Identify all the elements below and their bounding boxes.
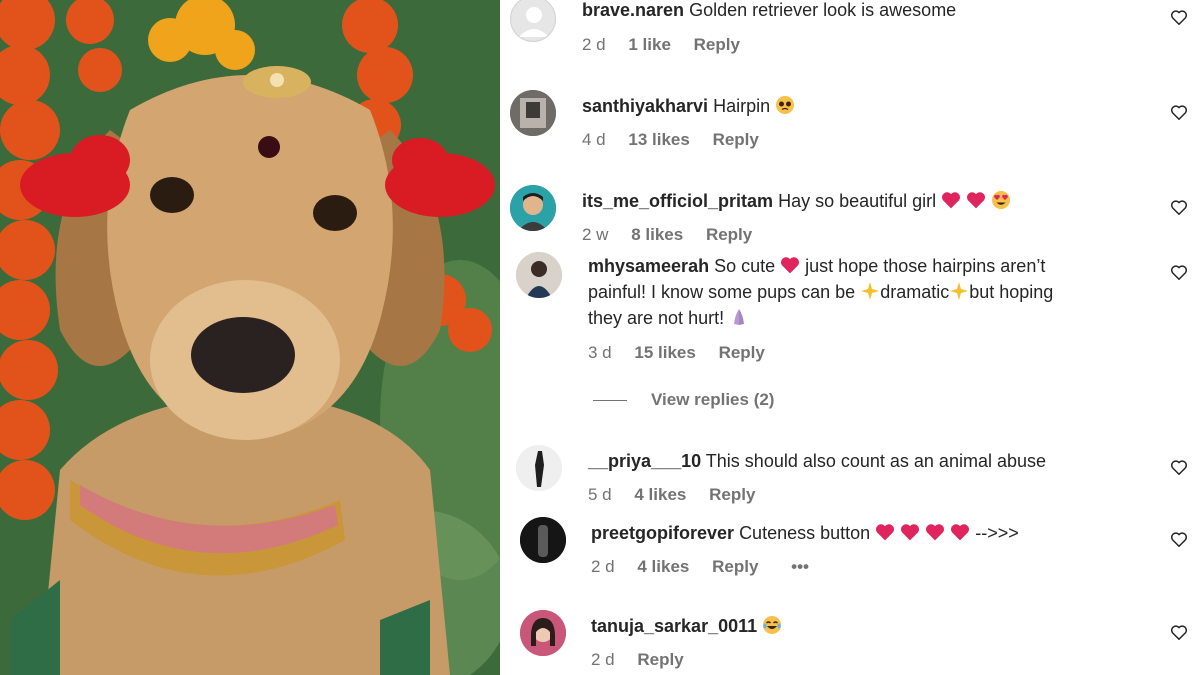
avatar-photo — [520, 610, 566, 656]
laughing-tears-emoji-icon — [763, 616, 782, 634]
red-heart-emoji-icon — [926, 524, 945, 541]
comment-text: Hay so beautiful girl — [778, 191, 937, 211]
comment-username[interactable]: preetgopiforever — [591, 523, 734, 543]
comment-text: This should also count as an animal abus… — [705, 451, 1047, 471]
comment-meta: 3 d 15 likes Reply — [588, 343, 783, 363]
sparkles-emoji-icon — [861, 282, 880, 300]
comment-text: Cuteness button — [739, 523, 871, 543]
heart-outline-icon[interactable] — [1170, 531, 1188, 548]
red-heart-emoji-icon — [901, 524, 920, 541]
dog-photo-illustration — [0, 0, 500, 675]
comment-meta: 2 d Reply — [591, 650, 702, 670]
comment-likes[interactable]: 4 likes — [634, 485, 686, 504]
heart-outline-icon[interactable] — [1170, 9, 1188, 26]
comment-meta: 2 d 1 like Reply — [582, 35, 758, 55]
comment-text: Golden retriever look is awesome — [689, 0, 957, 20]
comment-time: 4 d — [582, 130, 606, 149]
avatar-photo — [510, 90, 556, 136]
comment-meta: 5 d 4 likes Reply — [588, 485, 773, 505]
avatar[interactable] — [520, 610, 566, 656]
comment-likes[interactable]: 4 likes — [637, 557, 689, 576]
comment-text: So cute — [714, 256, 776, 276]
reply-button[interactable]: Reply — [637, 650, 683, 669]
comment-likes[interactable]: 13 likes — [628, 130, 689, 149]
comment-username[interactable]: its_me_officiol_pritam — [582, 191, 773, 211]
comment-line: its_me_officiol_pritam Hay so beautiful … — [582, 188, 1011, 214]
comment-text: -->>> — [975, 523, 1019, 543]
reply-button[interactable]: Reply — [706, 225, 752, 244]
heart-outline-icon[interactable] — [1170, 459, 1188, 476]
comment-text: just hope those hairpins aren’t — [805, 256, 1046, 276]
reply-button[interactable]: Reply — [709, 485, 755, 504]
reply-button[interactable]: Reply — [719, 343, 765, 362]
heart-eyes-emoji-icon — [992, 191, 1011, 209]
comment-line: tanuja_sarkar_0011 — [591, 613, 782, 639]
comment-line: __priya___10 This should also count as a… — [588, 448, 1046, 474]
avatar[interactable] — [516, 445, 562, 491]
avatar[interactable] — [510, 90, 556, 136]
default-avatar-icon — [519, 7, 549, 37]
comment-text: Hairpin — [713, 96, 771, 116]
post-photo — [0, 0, 500, 675]
heart-outline-icon[interactable] — [1170, 264, 1188, 281]
comment-meta: 2 w 8 likes Reply — [582, 225, 770, 245]
comment-line: santhiyakharvi Hairpin — [582, 93, 795, 119]
comment-time: 2 d — [591, 650, 615, 669]
comment-username[interactable]: brave.naren — [582, 0, 684, 20]
comment-username[interactable]: tanuja_sarkar_0011 — [591, 616, 757, 636]
sparkles-emoji-icon — [950, 282, 969, 300]
avatar-photo — [520, 517, 566, 563]
comment-username[interactable]: mhysameerah — [588, 256, 709, 276]
comment-likes[interactable]: 8 likes — [631, 225, 683, 244]
heart-outline-icon[interactable] — [1170, 104, 1188, 121]
heart-outline-icon[interactable] — [1170, 624, 1188, 641]
comment-likes[interactable]: 15 likes — [634, 343, 695, 362]
comment-text: dramatic — [880, 282, 950, 302]
view-replies-label: View replies (2) — [651, 390, 775, 409]
comment-meta: 4 d 13 likes Reply — [582, 130, 777, 150]
comment-line: preetgopiforever Cuteness button -->>> — [591, 520, 1019, 546]
avatar[interactable] — [510, 185, 556, 231]
comment-username[interactable]: santhiyakharvi — [582, 96, 708, 116]
heart-outline-icon[interactable] — [1170, 199, 1188, 216]
reply-button[interactable]: Reply — [712, 557, 758, 576]
comment-time: 2 d — [582, 35, 606, 54]
avatar-photo — [510, 185, 556, 231]
comment-time: 2 w — [582, 225, 609, 244]
comment-likes[interactable]: 1 like — [628, 35, 671, 54]
folded-hands-emoji-icon — [734, 309, 745, 325]
red-heart-emoji-icon — [967, 192, 986, 209]
red-heart-emoji-icon — [942, 192, 961, 209]
comments-panel: brave.naren Golden retriever look is awe… — [500, 0, 1200, 675]
comment-text: they are not hurt! — [588, 308, 725, 328]
comment-line: mhysameerah So cute just hope those hair… — [588, 253, 1148, 331]
more-options-icon[interactable]: ••• — [791, 557, 809, 576]
pleading-face-emoji-icon — [776, 96, 795, 114]
comment-time: 2 d — [591, 557, 615, 576]
comment-meta: 2 d 4 likes Reply ••• — [591, 557, 827, 577]
avatar-photo — [516, 445, 562, 491]
comment-text: painful! I know some pups can be — [588, 282, 856, 302]
divider — [593, 399, 627, 401]
view-replies-button[interactable]: View replies (2) — [593, 390, 774, 410]
red-heart-emoji-icon — [951, 524, 970, 541]
red-heart-emoji-icon — [781, 257, 800, 274]
comment-username[interactable]: __priya___10 — [588, 451, 701, 471]
reply-button[interactable]: Reply — [694, 35, 740, 54]
avatar[interactable] — [510, 0, 556, 42]
comment-time: 5 d — [588, 485, 612, 504]
reply-button[interactable]: Reply — [713, 130, 759, 149]
avatar[interactable] — [516, 252, 562, 298]
comment-time: 3 d — [588, 343, 612, 362]
avatar[interactable] — [520, 517, 566, 563]
comment-text: but hoping — [969, 282, 1054, 302]
red-heart-emoji-icon — [876, 524, 895, 541]
comment-line: brave.naren Golden retriever look is awe… — [582, 0, 956, 23]
avatar-photo — [516, 252, 562, 298]
